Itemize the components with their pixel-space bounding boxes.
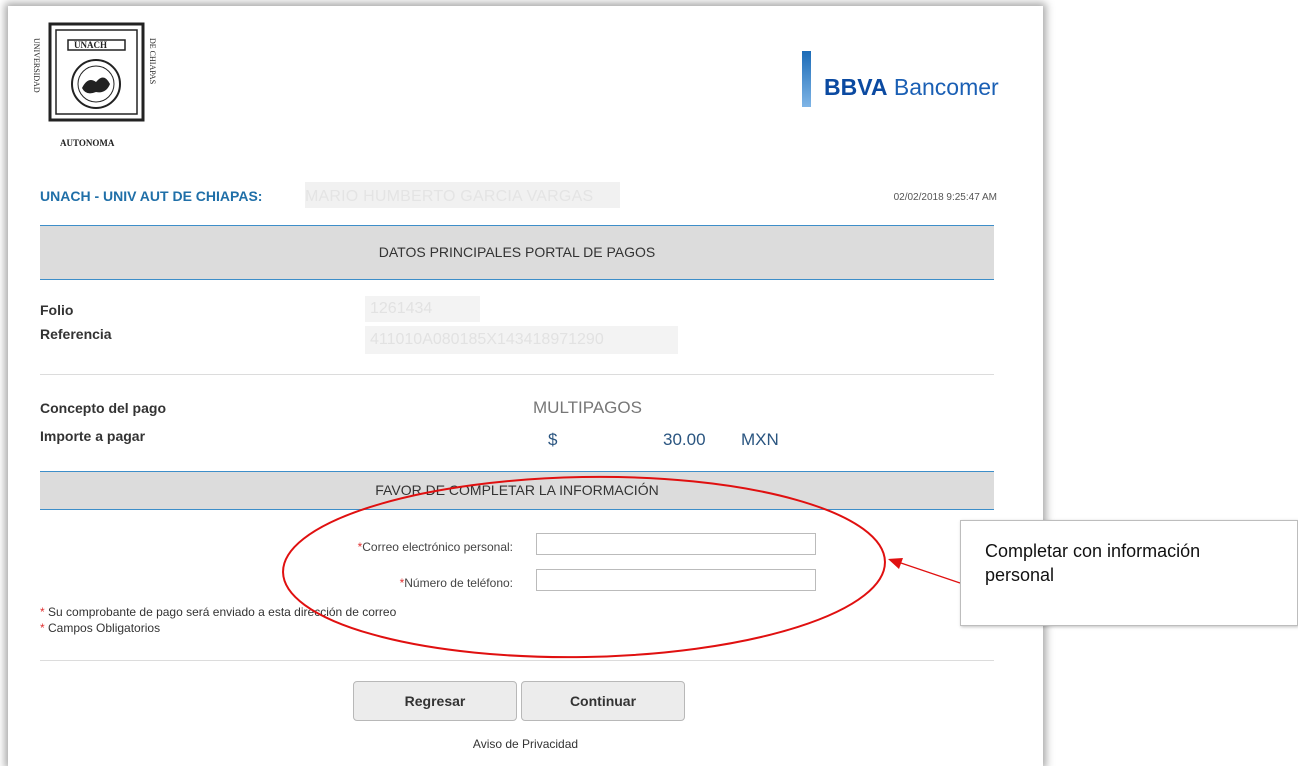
annotation-arrow-line — [897, 561, 961, 584]
annotation-ellipse — [282, 475, 886, 659]
annotation-callout: Completar con información personal — [960, 520, 1298, 626]
annotation-overlay — [282, 475, 961, 659]
annotation-arrowhead — [888, 558, 903, 569]
